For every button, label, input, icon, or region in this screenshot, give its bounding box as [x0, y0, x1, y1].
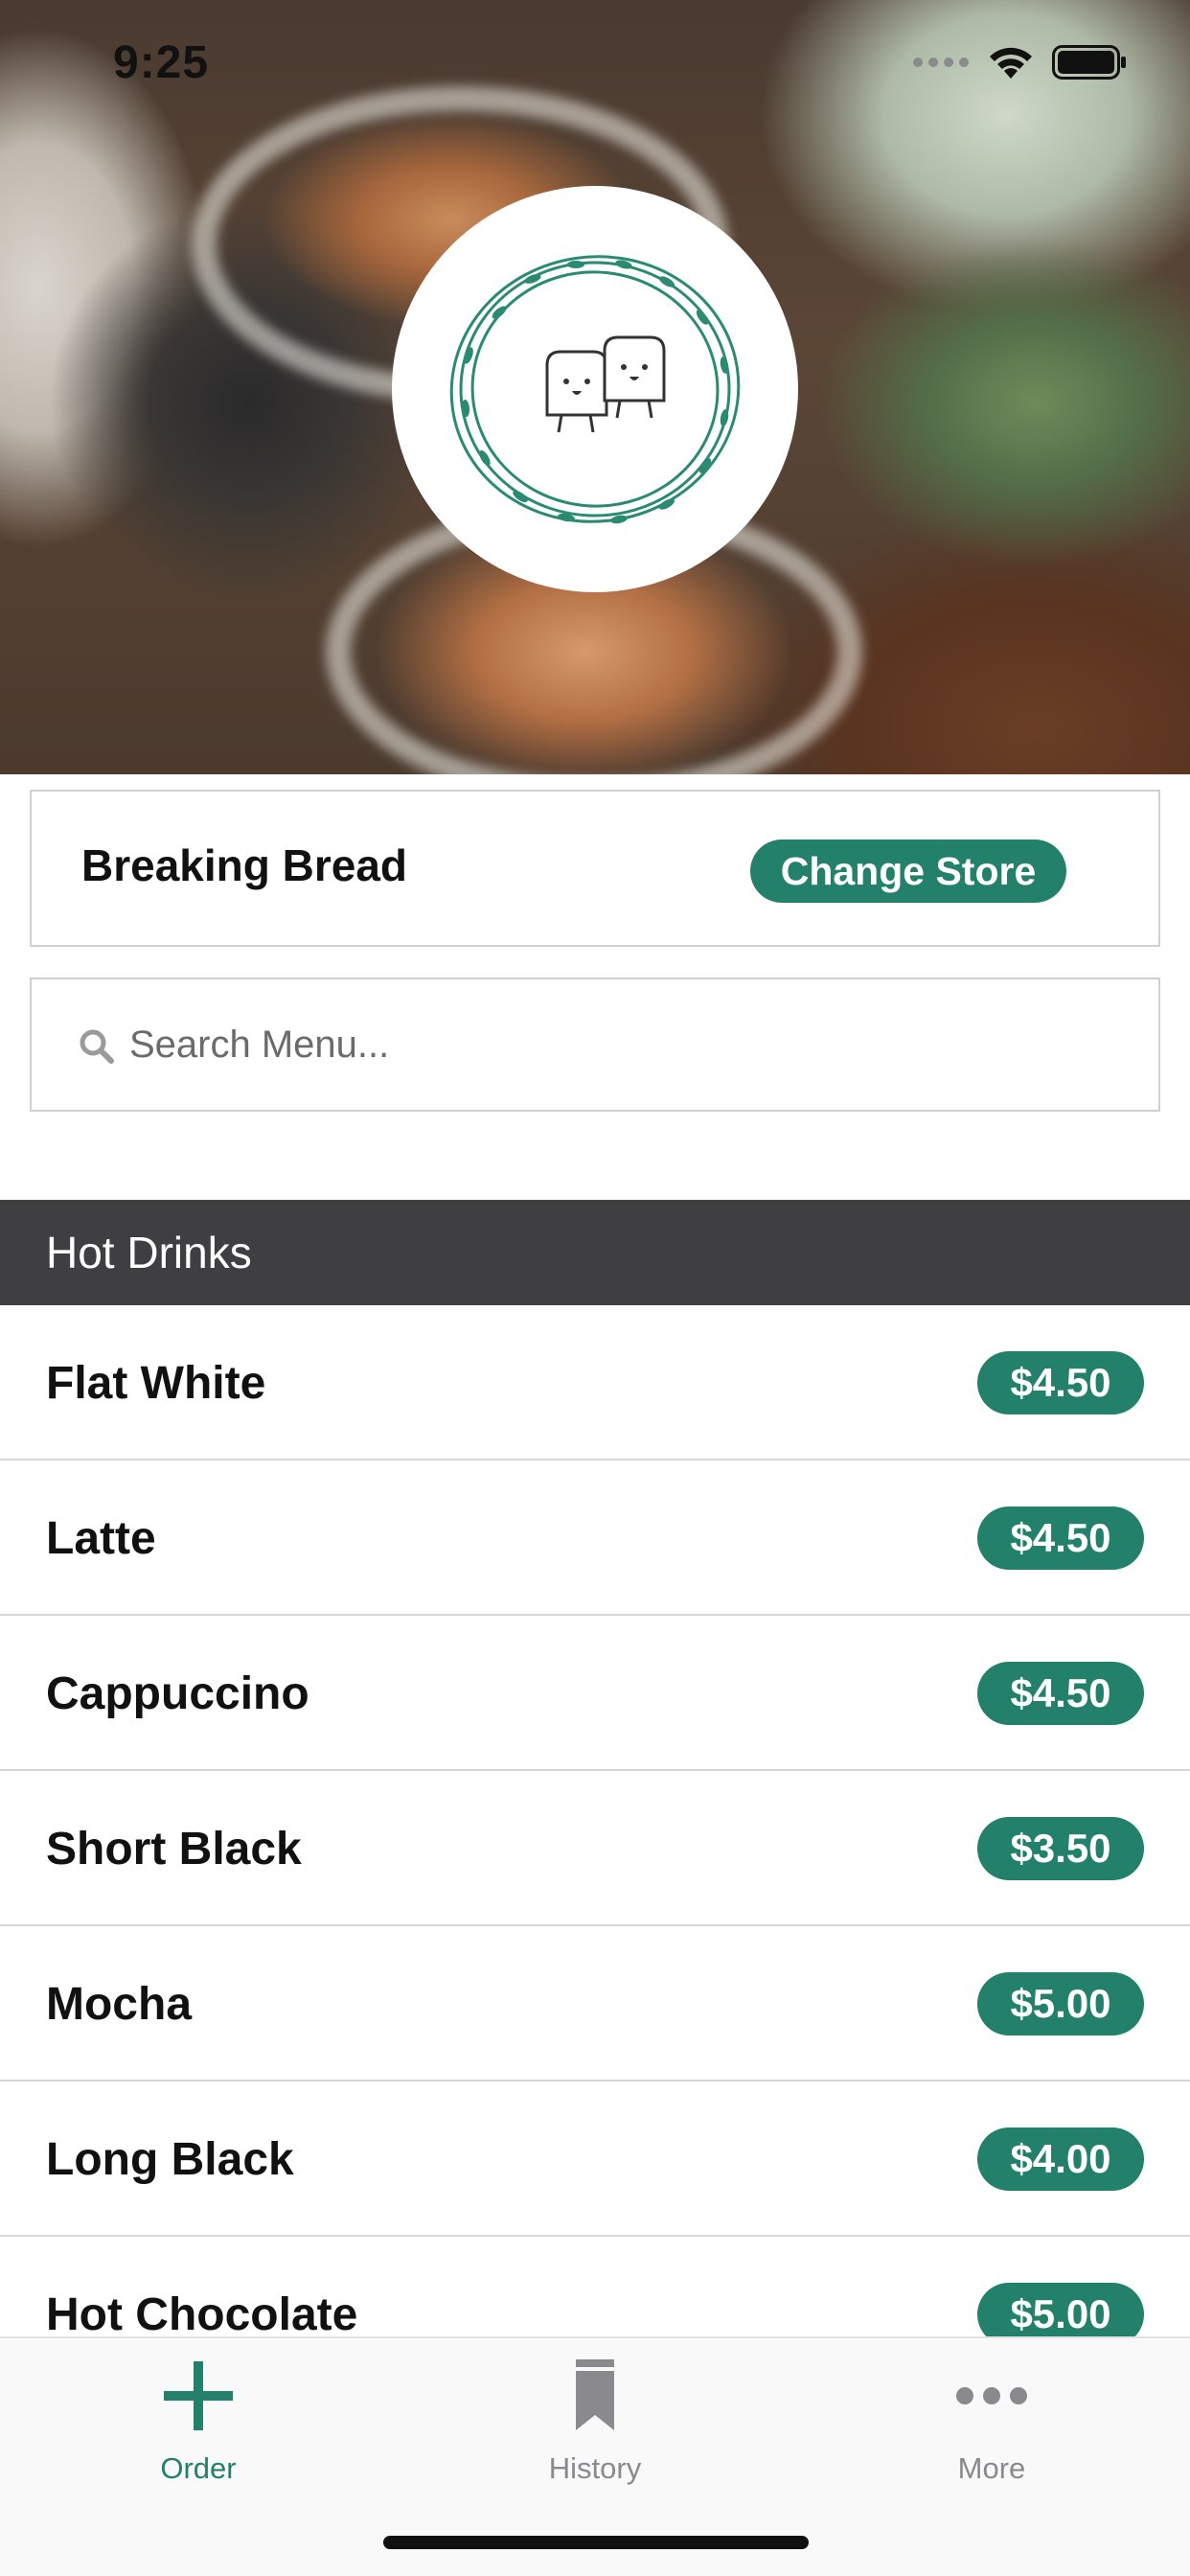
- bookmark-icon: [557, 2358, 633, 2434]
- menu-item-name: Mocha: [46, 1979, 193, 2030]
- menu-item-name: Hot Chocolate: [46, 2289, 358, 2336]
- menu-item-cappuccino[interactable]: Cappuccino $4.50: [0, 1616, 1190, 1771]
- price-badge: $4.50: [977, 1351, 1144, 1414]
- home-indicator: [383, 2536, 809, 2549]
- menu-item-name: Latte: [46, 1513, 156, 1564]
- price-badge: $5.00: [977, 1972, 1144, 2036]
- menu-item-name: Short Black: [46, 1824, 302, 1874]
- price-badge: $3.50: [977, 1817, 1144, 1880]
- menu-item-name: Cappuccino: [46, 1668, 309, 1719]
- status-icons: [912, 44, 1127, 80]
- search-icon: [80, 1029, 114, 1064]
- menu-item-name: Long Black: [46, 2134, 294, 2185]
- menu-item-name: Flat White: [46, 1358, 266, 1409]
- menu-list: Flat White $4.50 Latte $4.50 Cappuccino …: [0, 1305, 1190, 2336]
- plus-icon: [160, 2358, 237, 2434]
- wifi-icon: [990, 47, 1032, 79]
- price-badge: $4.50: [977, 1506, 1144, 1570]
- store-logo: [392, 186, 798, 592]
- price-badge: $5.00: [977, 2283, 1144, 2336]
- menu-item-long-black[interactable]: Long Black $4.00: [0, 2082, 1190, 2237]
- menu-item-flat-white[interactable]: Flat White $4.50: [0, 1305, 1190, 1460]
- tab-history-label: History: [548, 2451, 642, 2485]
- menu-item-mocha[interactable]: Mocha $5.00: [0, 1926, 1190, 2082]
- tab-order[interactable]: Order: [0, 2338, 397, 2501]
- price-badge: $4.00: [977, 2128, 1144, 2191]
- section-title: Hot Drinks: [46, 1228, 252, 1277]
- menu-item-hot-chocolate[interactable]: Hot Chocolate $5.00: [0, 2237, 1190, 2336]
- search-input[interactable]: [129, 1006, 1126, 1083]
- section-header: Hot Drinks: [0, 1200, 1190, 1305]
- store-card: Breaking Bread Change Store: [30, 790, 1160, 947]
- change-store-button[interactable]: Change Store: [750, 840, 1066, 903]
- wreath-toast-logo-icon: [449, 255, 741, 524]
- tab-more[interactable]: More: [793, 2338, 1190, 2501]
- search-bar[interactable]: [30, 978, 1160, 1112]
- status-bar: 9:25: [0, 0, 1190, 126]
- tab-more-label: More: [957, 2451, 1026, 2485]
- store-name: Breaking Bread: [81, 840, 408, 890]
- battery-icon: [1052, 45, 1126, 80]
- tab-order-label: Order: [160, 2451, 237, 2485]
- menu-item-latte[interactable]: Latte $4.50: [0, 1460, 1190, 1616]
- price-badge: $4.50: [977, 1662, 1144, 1725]
- tab-history[interactable]: History: [397, 2338, 793, 2501]
- cellular-signal-icon: [913, 58, 969, 67]
- status-time: 9:25: [113, 37, 210, 88]
- ellipsis-icon: [953, 2358, 1030, 2434]
- menu-item-short-black[interactable]: Short Black $3.50: [0, 1771, 1190, 1926]
